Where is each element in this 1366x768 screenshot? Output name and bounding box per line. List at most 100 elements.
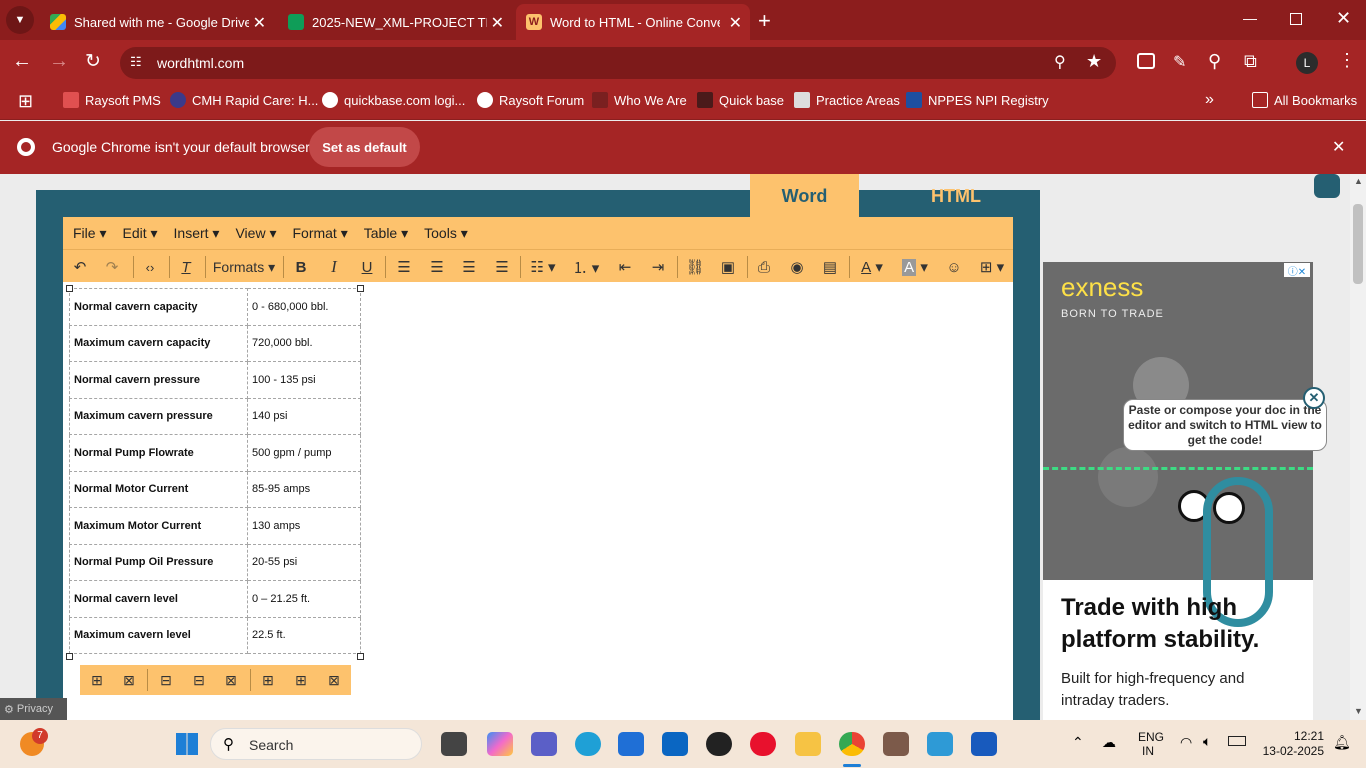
mascot-icon[interactable] [1314,174,1340,198]
store-icon[interactable] [618,732,644,756]
menu-format[interactable]: Format ▾ [292,225,347,242]
bookmark-cmh[interactable]: CMH Rapid Care: H... [170,92,318,108]
table-cell-key[interactable]: Normal Pump Oil Pressure [69,543,248,581]
link-icon[interactable]: ⛓ [684,256,706,278]
table-icon[interactable]: ⊞ ▾ [975,256,1009,278]
table-cell-key[interactable]: Maximum cavern pressure [69,397,248,435]
undo-icon[interactable]: ↶ [69,256,91,278]
menu-file[interactable]: File ▾ [73,225,106,242]
word-icon[interactable] [971,732,997,756]
edge-icon[interactable] [575,732,601,756]
italic-icon[interactable]: I [323,256,345,278]
table-cell-value[interactable]: 85-95 amps [247,470,361,508]
language-indicator[interactable]: ENG IN [1138,730,1164,758]
task-view-icon[interactable] [441,732,467,756]
justify-icon[interactable]: ☰ [491,256,513,278]
table-cell-value[interactable]: 22.5 ft. [247,616,361,654]
show-hidden-icons[interactable]: ⌃ [1072,734,1084,751]
scroll-thumb[interactable] [1353,204,1363,284]
ad-info-icon[interactable]: ⓘ✕ [1284,263,1310,278]
table-cell-key[interactable]: Normal cavern level [69,580,248,618]
table-row[interactable]: Maximum Motor Current 130 amps [69,507,361,545]
bookmark-raysoft-forum[interactable]: Raysoft Forum [477,92,584,108]
tab-wordhtml[interactable]: W Word to HTML - Online Conver ✕ [516,4,750,40]
clear-formatting-icon[interactable]: T [175,256,197,278]
table-cell-key[interactable]: Maximum Motor Current [69,507,248,545]
table-cell-key[interactable]: Normal Motor Current [69,470,248,508]
address-text[interactable]: wordhtml.com [157,55,244,71]
text-color-icon[interactable]: A ▾ [855,256,889,278]
forward-icon[interactable]: → [49,50,69,73]
align-right-icon[interactable]: ☰ [458,256,480,278]
align-center-icon[interactable]: ☰ [426,256,448,278]
photos-icon[interactable] [927,732,953,756]
table-row[interactable]: Normal Motor Current 85-95 amps [69,470,361,508]
bookmark-raysoft-pms[interactable]: Raysoft PMS [63,92,161,108]
align-left-icon[interactable]: ☰ [393,256,415,278]
print-icon[interactable]: ⎙ [753,256,775,278]
extension-icon[interactable] [1137,53,1155,69]
close-tooltip-button[interactable]: ✕ [1303,387,1325,409]
resize-handle[interactable] [66,285,73,292]
pen-icon[interactable]: ✎ [1173,52,1186,72]
dell-icon[interactable] [706,732,732,756]
network-status-icon[interactable]: ☁ [1102,734,1116,751]
bookmark-star-icon[interactable]: ★ [1086,51,1102,72]
table-cell-key[interactable]: Normal Pump Flowrate [69,434,248,472]
table-row[interactable]: Normal Pump Flowrate 500 gpm / pump [69,434,361,472]
table-cell-value[interactable]: 100 - 135 psi [247,361,361,399]
delete-table-icon[interactable]: ⊠ [119,670,139,690]
avatar[interactable]: L [1296,52,1318,74]
bullet-list-icon[interactable]: ☷ ▾ [526,256,560,278]
more-bookmarks-icon[interactable]: » [1205,91,1214,109]
preview-icon[interactable]: ◉ [786,256,808,278]
opera-icon[interactable] [750,732,776,756]
numbered-list-icon[interactable]: ⒈ ▾ [569,256,603,278]
table-cell-key[interactable]: Normal cavern pressure [69,361,248,399]
reload-icon[interactable]: ↻ [85,50,101,73]
indent-icon[interactable]: ⇥ [647,256,669,278]
all-bookmarks[interactable]: All Bookmarks [1252,92,1357,108]
new-tab-button[interactable]: + [758,8,771,34]
close-icon[interactable]: ✕ [253,13,266,33]
zoom-icon[interactable]: ⚲ [1054,52,1066,72]
battery-icon[interactable] [1228,736,1246,746]
restore-button[interactable] [1290,13,1302,25]
bold-icon[interactable]: B [290,256,312,278]
teams-icon[interactable] [531,732,557,756]
emoticons-icon[interactable]: ☺ [943,256,965,278]
menu-table[interactable]: Table ▾ [364,225,408,242]
table-cell-value[interactable]: 0 – 21.25 ft. [247,580,361,618]
chrome-taskbar-icon[interactable] [839,732,865,756]
table-row[interactable]: Maximum cavern pressure 140 psi [69,397,361,435]
insert-row-after-icon[interactable]: ⊟ [189,670,209,690]
table-row[interactable]: Normal cavern level 0 – 21.25 ft. [69,580,361,618]
media-icon[interactable]: ▤ [819,256,841,278]
table-cell-value[interactable]: 130 amps [247,507,361,545]
delete-column-icon[interactable]: ⊠ [324,670,344,690]
volume-icon[interactable]: 🔈︎ [1203,733,1211,750]
set-as-default-button[interactable]: Set as default [309,127,420,167]
close-icon[interactable]: ✕ [729,13,742,33]
bookmark-nppes[interactable]: NPPES NPI Registry [906,92,1049,108]
advertisement[interactable]: exness BORN TO TRADE ⓘ✕ Trade with high … [1043,262,1313,720]
background-color-icon[interactable]: A ▾ [898,256,932,278]
insert-column-before-icon[interactable]: ⊞ [258,670,278,690]
menu-tools[interactable]: Tools ▾ [424,225,468,242]
app-icon[interactable] [883,732,909,756]
bookmark-quickbase-login[interactable]: quickbase.com logi... [322,92,465,108]
resize-handle[interactable] [357,285,364,292]
table-cell-value[interactable]: 140 psi [247,397,361,435]
source-code-icon[interactable]: ‹› [139,256,161,278]
puzzle-icon[interactable]: ⧉ [1244,51,1257,72]
table-row[interactable]: Maximum cavern capacity 720,000 bbl. [69,324,361,362]
formats-dropdown[interactable]: Formats ▾ [211,256,277,278]
underline-icon[interactable]: U [356,256,378,278]
insert-row-before-icon[interactable]: ⊟ [156,670,176,690]
tab-google-drive[interactable]: Shared with me - Google Drive ✕ [40,4,274,40]
table-row[interactable]: Normal Pump Oil Pressure 20-55 psi [69,543,361,581]
bookmark-practice-areas[interactable]: Practice Areas [794,92,900,108]
table-row[interactable]: Maximum cavern level 22.5 ft. [69,616,361,654]
table-cell-value[interactable]: 20-55 psi [247,543,361,581]
copilot-icon[interactable] [487,732,513,756]
